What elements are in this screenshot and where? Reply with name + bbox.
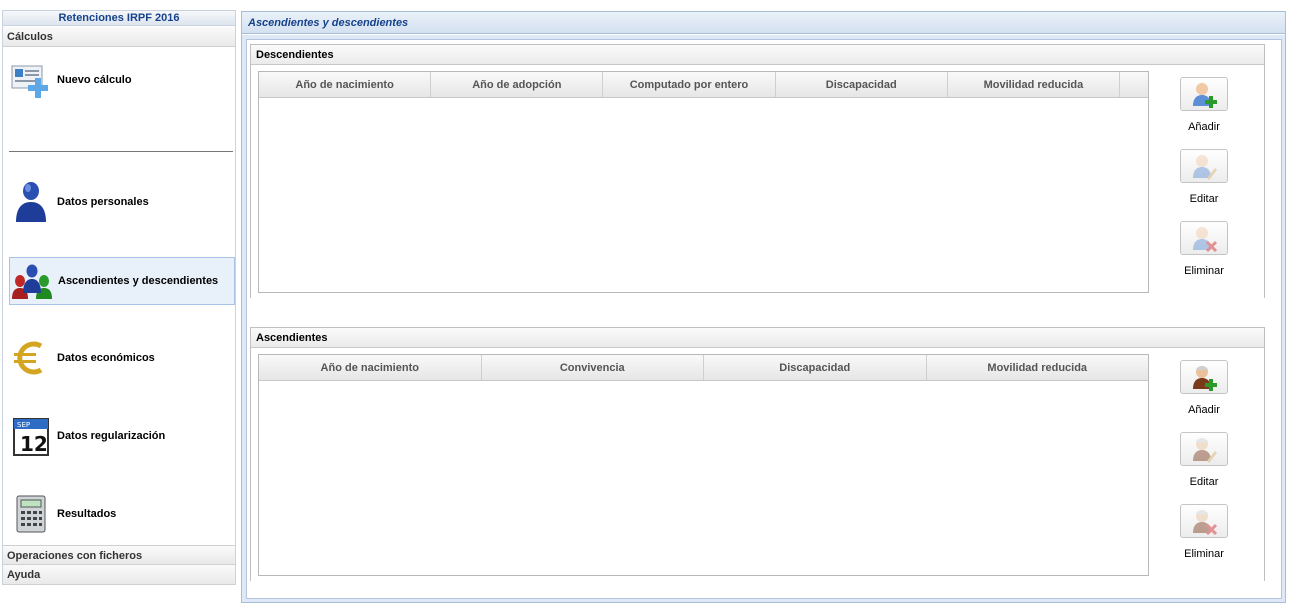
nav-item-nuevo-calculo[interactable]: Nuevo cálculo — [9, 57, 235, 103]
panel-body: Descendientes Año de nacimiento Año de a… — [242, 35, 1285, 602]
edit-button-label: Editar — [1189, 476, 1219, 488]
separator — [9, 151, 233, 152]
grid-ascendientes[interactable]: Año de nacimiento Convivencia Discapacid… — [258, 354, 1149, 576]
column-header-convivencia[interactable]: Convivencia — [482, 355, 704, 380]
edit-button-label: Editar — [1189, 193, 1219, 205]
grid-descendientes[interactable]: Año de nacimiento Año de adopción Comput… — [258, 71, 1149, 293]
nav-item-datos-regularizacion[interactable]: SEP 12 Datos regularización — [9, 413, 235, 459]
add-button-label: Añadir — [1188, 404, 1220, 416]
nav-item-datos-personales[interactable]: Datos personales — [9, 179, 235, 225]
delete-ascendiente-button[interactable]: Eliminar — [1171, 504, 1237, 576]
calendar-icon: SEP 12 — [9, 414, 53, 458]
delete-button-label: Eliminar — [1184, 548, 1224, 560]
column-header-ano-nacimiento[interactable]: Año de nacimiento — [259, 355, 482, 380]
main-panel: Ascendientes y descendientes Descendient… — [241, 11, 1286, 603]
add-button-label: Añadir — [1188, 121, 1220, 133]
edit-ascendiente-button[interactable]: Editar — [1171, 432, 1237, 504]
delete-descendiente-button[interactable]: Eliminar — [1171, 221, 1237, 293]
edit-elder-icon — [1180, 432, 1228, 466]
nav-item-label: Datos personales — [57, 196, 149, 208]
column-header-movilidad[interactable]: Movilidad reducida — [927, 355, 1149, 380]
nav-item-label: Nuevo cálculo — [57, 74, 132, 86]
new-calc-icon — [9, 58, 53, 102]
grid-header: Año de nacimiento Convivencia Discapacid… — [259, 355, 1148, 381]
edit-child-icon — [1180, 149, 1228, 183]
section-ascendientes: Ascendientes Año de nacimiento Convivenc… — [250, 327, 1265, 581]
calendar-month: SEP — [17, 421, 30, 429]
family-icon — [10, 259, 54, 303]
edit-descendiente-button[interactable]: Editar — [1171, 149, 1237, 221]
column-header-movilidad[interactable]: Movilidad reducida — [948, 72, 1121, 97]
delete-child-icon — [1180, 221, 1228, 255]
column-header-discapacidad[interactable]: Discapacidad — [704, 355, 927, 380]
accordion-header-calculos[interactable]: Cálculos — [3, 27, 235, 47]
section-title-descendientes: Descendientes — [251, 45, 1264, 65]
nav-item-datos-economicos[interactable]: Datos económicos — [9, 335, 235, 381]
section-title-ascendientes: Ascendientes — [251, 328, 1264, 348]
accordion-header-ayuda[interactable]: Ayuda — [3, 565, 235, 585]
add-descendiente-button[interactable]: Añadir — [1171, 77, 1237, 149]
add-ascendiente-button[interactable]: Añadir — [1171, 360, 1237, 432]
column-filler — [1120, 72, 1148, 97]
section-descendientes: Descendientes Año de nacimiento Año de a… — [250, 44, 1265, 298]
calendar-day: 12 — [20, 432, 48, 456]
euro-icon — [9, 336, 53, 380]
column-header-discapacidad[interactable]: Discapacidad — [776, 72, 948, 97]
nav-item-label: Datos regularización — [57, 430, 166, 442]
nav-item-label: Datos económicos — [57, 352, 155, 364]
add-child-icon — [1180, 77, 1228, 111]
delete-elder-icon — [1180, 504, 1228, 538]
actions-ascendientes: Añadir Editar Eliminar — [1171, 360, 1237, 576]
nav-item-label: Resultados — [57, 508, 117, 520]
calculator-icon — [9, 492, 53, 536]
sidebar: Retenciones IRPF 2016 Cálculos Nuevo cál… — [2, 10, 236, 585]
nav-item-label: Ascendientes y descendientes — [58, 275, 219, 287]
column-header-ano-adopcion[interactable]: Año de adopción — [431, 72, 604, 97]
delete-button-label: Eliminar — [1184, 265, 1224, 277]
app-title: Retenciones IRPF 2016 — [3, 11, 235, 26]
accordion-header-ficheros[interactable]: Operaciones con ficheros — [3, 545, 235, 565]
panel-title: Ascendientes y descendientes — [242, 12, 1285, 34]
column-header-ano-nacimiento[interactable]: Año de nacimiento — [259, 72, 432, 97]
person-icon — [9, 180, 53, 224]
panel-content: Descendientes Año de nacimiento Año de a… — [246, 39, 1282, 599]
column-header-computado[interactable]: Computado por entero — [603, 72, 776, 97]
add-elder-icon — [1180, 360, 1228, 394]
grid-header: Año de nacimiento Año de adopción Comput… — [259, 72, 1148, 98]
accordion-calculos: Cálculos Nuevo cálculo Datos personales … — [3, 27, 235, 533]
actions-descendientes: Añadir Editar Eliminar — [1171, 77, 1237, 293]
nav-item-ascendientes-descendientes[interactable]: Ascendientes y descendientes — [9, 257, 235, 305]
nav-item-resultados[interactable]: Resultados — [9, 491, 235, 537]
